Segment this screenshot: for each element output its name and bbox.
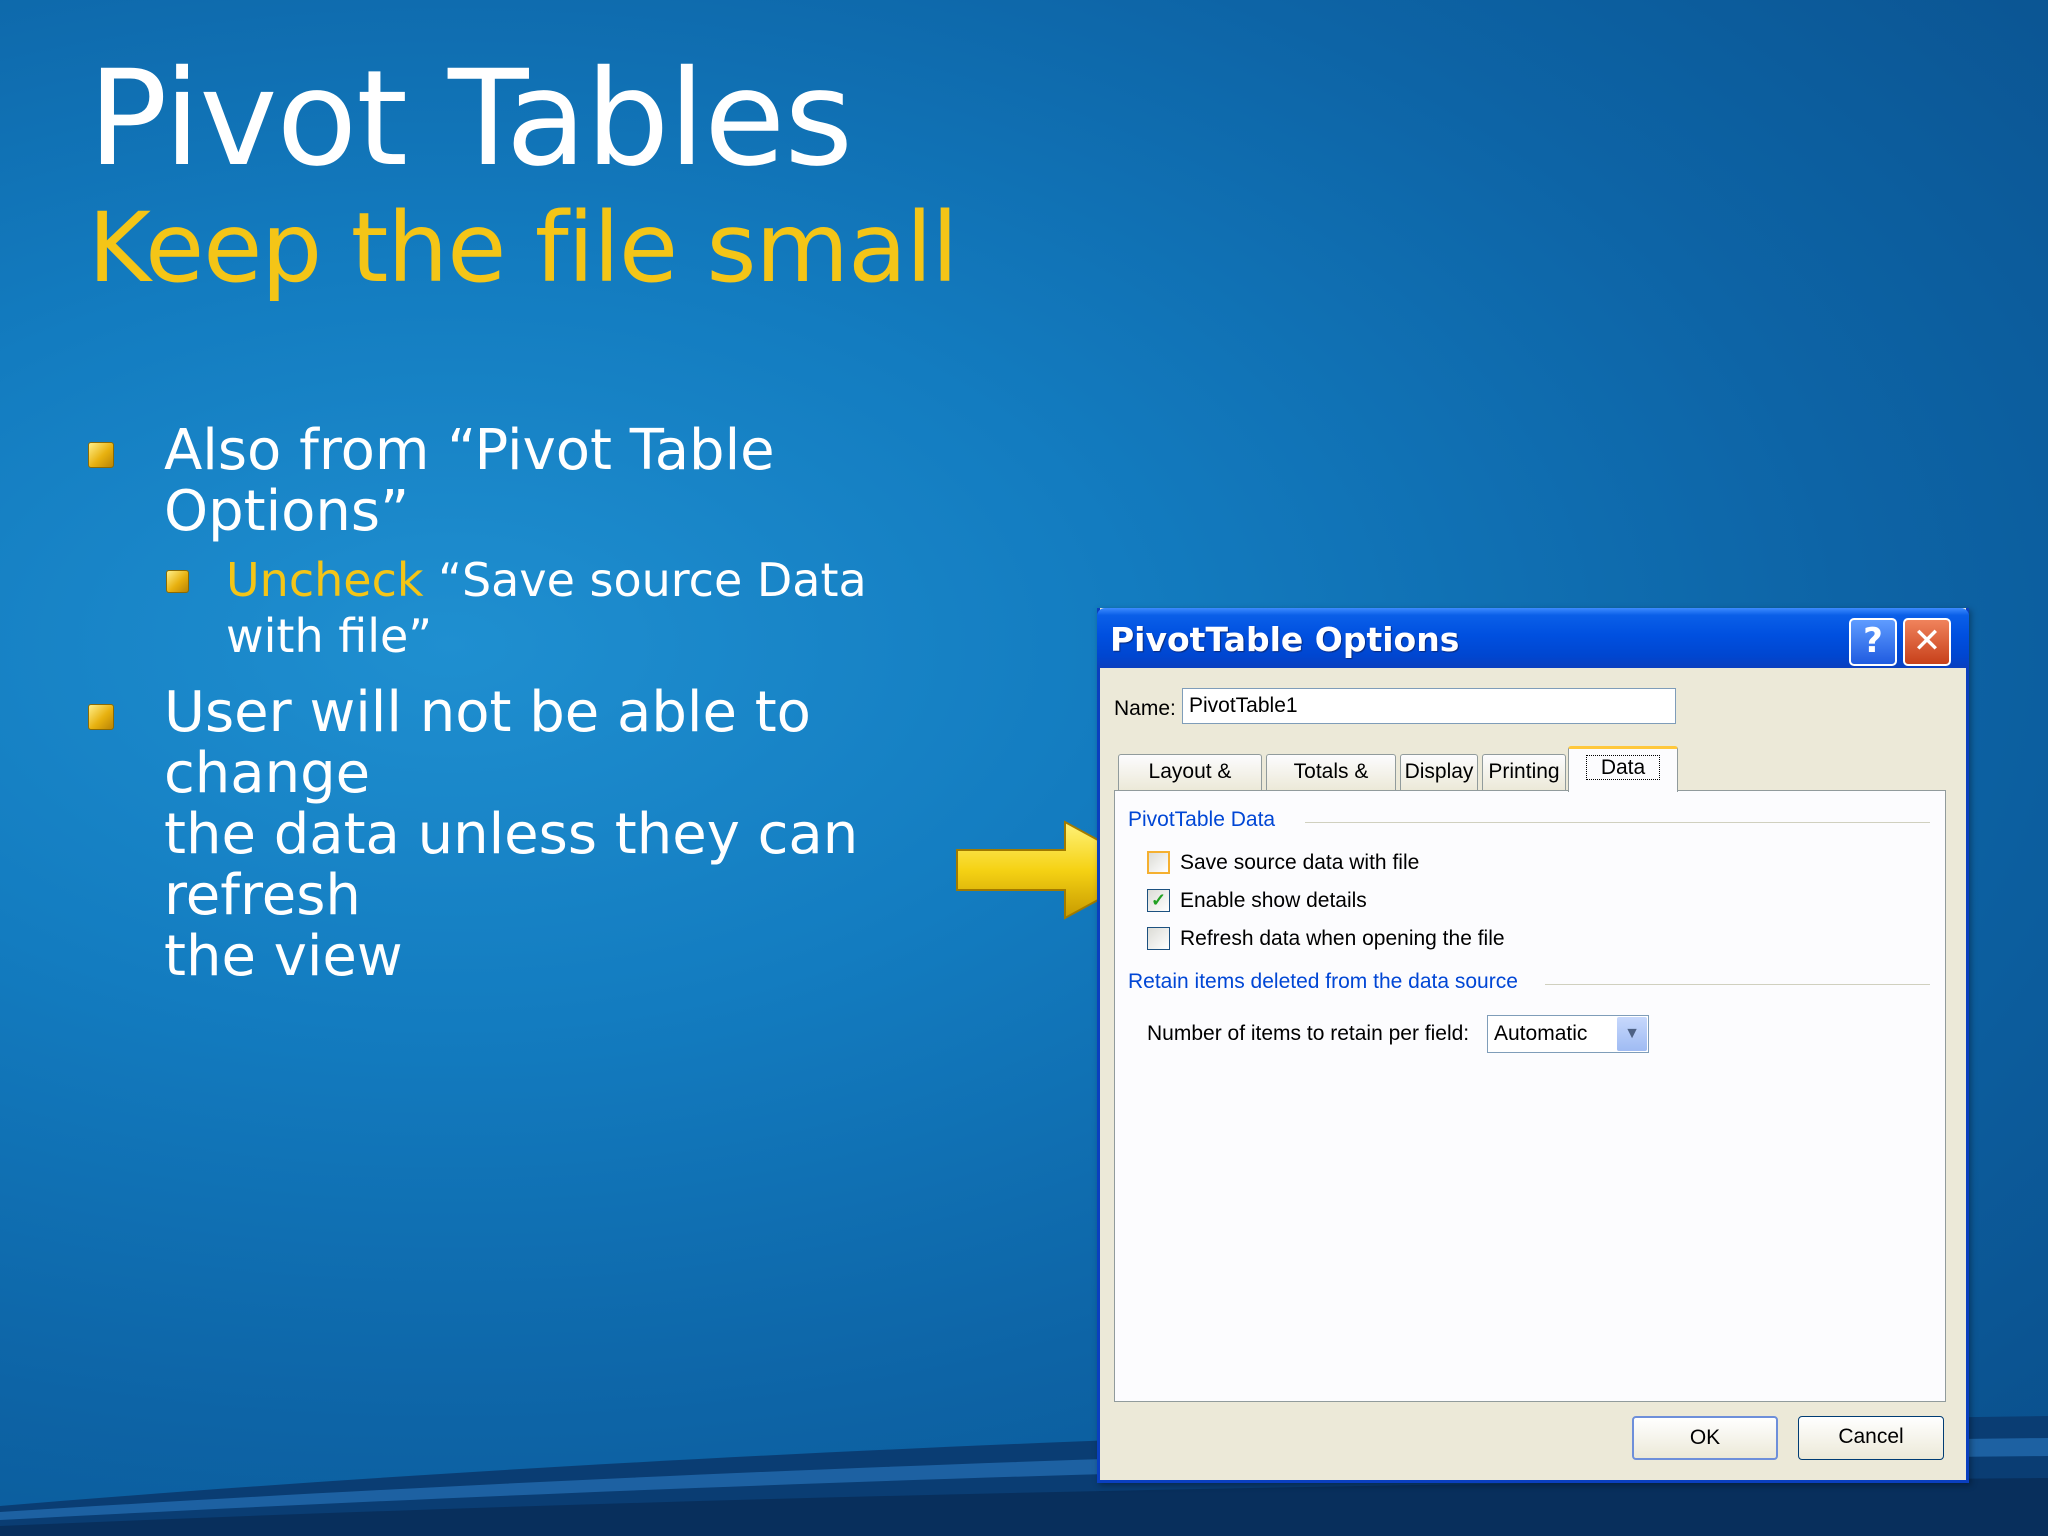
checkbox-icon[interactable] [1147, 851, 1170, 874]
bullet-text: the data unless they can refresh [164, 802, 859, 928]
bullet-item: User will not be able to change the data… [88, 682, 988, 987]
help-icon[interactable]: ? [1849, 618, 1897, 666]
tab-printing[interactable]: Printing [1482, 754, 1566, 790]
dialog-titlebar[interactable]: PivotTable Options ? ✕ [1097, 608, 1969, 668]
group-label-pivottable-data: PivotTable Data [1128, 808, 1282, 832]
bullet-text: the view [164, 924, 403, 989]
dropdown-arrow-icon[interactable]: ▼ [1617, 1017, 1647, 1051]
dialog-title: PivotTable Options [1110, 620, 1460, 659]
sub-bullet-item: Uncheck “Save source Data with file” [88, 552, 988, 664]
checkbox-icon[interactable]: ✓ [1147, 889, 1170, 912]
cancel-button[interactable]: Cancel [1798, 1416, 1944, 1460]
bullet-text: User will not be able to change [164, 680, 811, 806]
tab-layout-format[interactable]: Layout & Format [1118, 754, 1262, 817]
name-field[interactable]: PivotTable1 [1182, 688, 1676, 724]
tab-totals-filters[interactable]: Totals & Filters [1266, 754, 1396, 817]
bullet-square-icon [88, 442, 114, 468]
bullet-square-icon [88, 704, 114, 730]
close-icon[interactable]: ✕ [1903, 618, 1951, 666]
retain-items-label: Number of items to retain per field: [1147, 1022, 1470, 1045]
bullet-text: with file” [226, 609, 433, 663]
bullet-text: “Save source Data [438, 553, 867, 607]
tab-display[interactable]: Display [1400, 754, 1478, 790]
slide-title: Pivot Tables [88, 42, 853, 196]
tab-data[interactable]: Data [1568, 746, 1678, 792]
tab-panel-data: PivotTable Data Save source data with fi… [1114, 790, 1946, 1402]
group-label-retain-items: Retain items deleted from the data sourc… [1128, 970, 1524, 994]
option-label: Enable show details [1180, 889, 1367, 912]
bullet-square-icon [166, 570, 189, 593]
name-label: Name: [1114, 697, 1176, 720]
tab-data-label: Data [1585, 755, 1661, 780]
checkbox-icon[interactable] [1147, 927, 1170, 950]
group-divider [1545, 984, 1930, 985]
group-divider [1305, 822, 1930, 823]
slide-subtitle: Keep the file small [88, 192, 958, 304]
bullet-item: Also from “Pivot Table Options” [88, 420, 988, 542]
pivottable-options-dialog: PivotTable Options ? ✕ Name: PivotTable1… [1097, 608, 1969, 1483]
bullet-list: Also from “Pivot Table Options” Uncheck … [88, 420, 988, 997]
ok-button[interactable]: OK [1632, 1416, 1778, 1460]
tab-strip: Layout & Format Totals & Filters Display… [1118, 746, 1838, 817]
bullet-highlight: Uncheck [226, 553, 424, 607]
option-label: Refresh data when opening the file [1180, 927, 1505, 950]
retain-items-select[interactable]: Automatic ▼ [1487, 1015, 1649, 1053]
option-label: Save source data with file [1180, 851, 1420, 874]
select-value: Automatic [1494, 1022, 1588, 1045]
bullet-text: Also from “Pivot Table Options” [164, 418, 775, 544]
